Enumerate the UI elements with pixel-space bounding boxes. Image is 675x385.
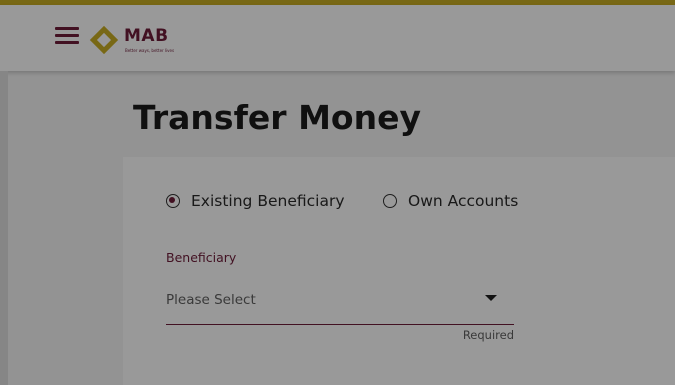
modal-backdrop-overlay[interactable] [0, 0, 675, 385]
transfer-money-page: MAB Better ways, better lives Transfer M… [0, 0, 675, 385]
